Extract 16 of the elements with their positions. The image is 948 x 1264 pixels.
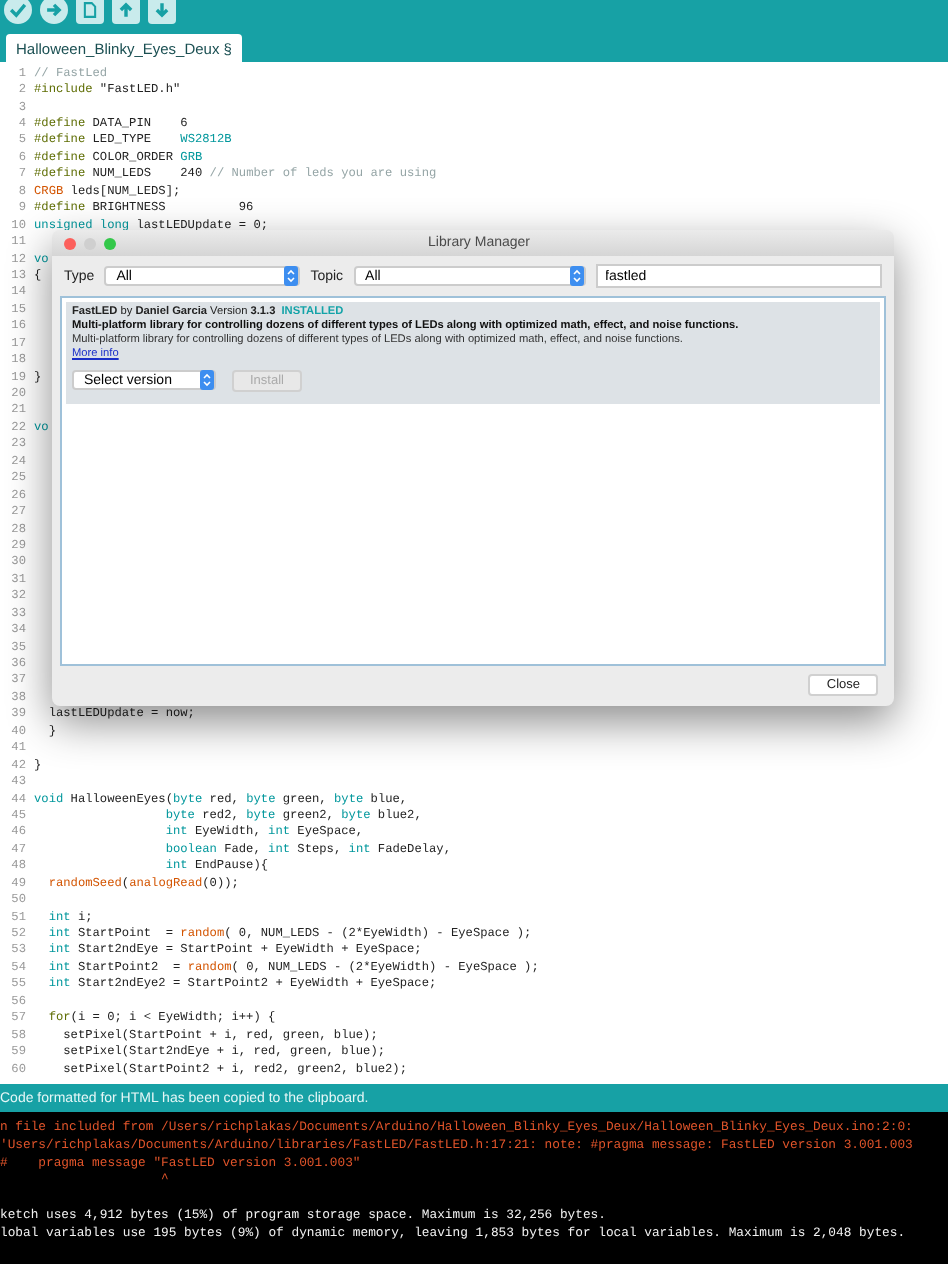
close-window-icon[interactable]	[64, 237, 76, 249]
zoom-window-icon[interactable]	[104, 237, 116, 249]
verify-button[interactable]	[4, 0, 32, 24]
upload-button[interactable]	[40, 0, 68, 24]
new-button[interactable]	[76, 0, 104, 24]
check-icon	[6, 0, 30, 22]
page-icon	[78, 0, 102, 22]
save-button[interactable]	[148, 0, 176, 24]
arrow-right-icon	[42, 0, 66, 22]
library-entry[interactable]	[66, 302, 880, 404]
stepper-icon	[200, 370, 214, 390]
open-button[interactable]	[112, 0, 140, 24]
arrow-up-icon	[114, 0, 138, 22]
stepper-icon	[569, 266, 584, 286]
arrow-down-icon	[150, 0, 174, 22]
stepper-icon	[284, 266, 299, 286]
